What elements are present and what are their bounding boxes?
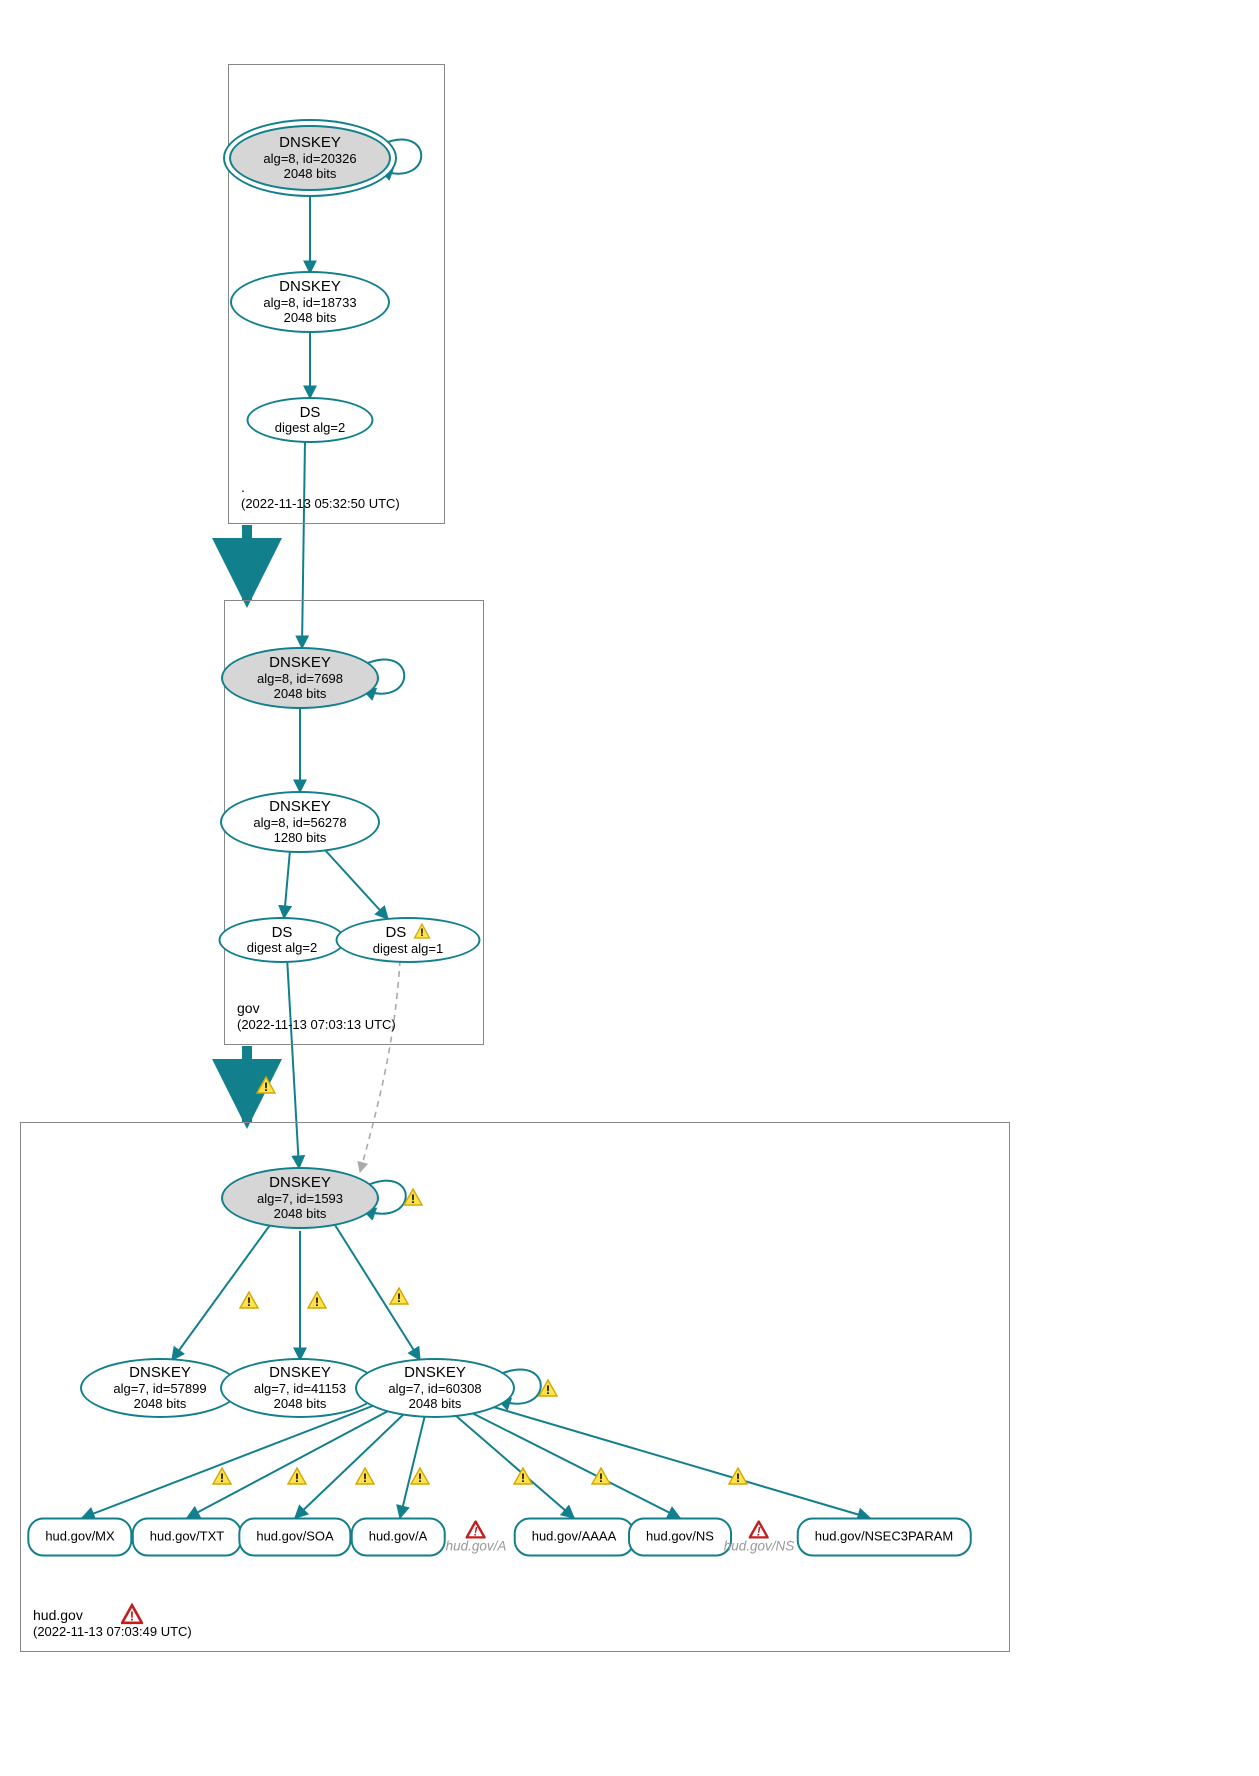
svg-text:!: ! [315,1295,319,1309]
node-gov-ds1: DS ! digest alg=1 [336,917,481,963]
svg-text:!: ! [220,1471,224,1485]
error-icon: ! [466,1521,486,1539]
node-root-ds: DS digest alg=2 [247,397,374,443]
node-gov-zsk: DNSKEY alg=8, id=56278 1280 bits [220,791,380,853]
node-gov-ksk: DNSKEY alg=8, id=7698 2048 bits [221,647,379,709]
svg-text:!: ! [247,1295,251,1309]
svg-text:!: ! [418,1471,422,1485]
svg-text:!: ! [397,1291,401,1305]
error-icon: ! [121,1603,143,1625]
rr-aaaa: hud.gov/AAAA [514,1518,635,1557]
node-hud-k3: DNSKEY alg=7, id=60308 2048 bits [355,1358,515,1418]
svg-text:!: ! [757,1525,761,1539]
warning-icon: ! [256,1075,276,1095]
warning-icon: ! [410,1466,430,1486]
zone-gov-label: gov (2022-11-13 07:03:13 UTC) [237,999,396,1034]
error-icon: ! [749,1521,769,1539]
svg-text:!: ! [599,1471,603,1485]
svg-text:!: ! [130,1609,134,1624]
warning-icon: ! [403,1187,423,1207]
warning-icon: ! [212,1466,232,1486]
node-root-ksk: DNSKEY alg=8, id=20326 2048 bits [229,125,391,191]
rr-nsec: hud.gov/NSEC3PARAM [797,1518,972,1557]
warning-icon: ! [239,1290,259,1310]
node-gov-ds2: DS digest alg=2 [219,917,346,963]
rr-soa: hud.gov/SOA [238,1518,351,1557]
rr-txt: hud.gov/TXT [132,1518,242,1557]
svg-text:!: ! [420,927,424,939]
node-hud-ksk: DNSKEY alg=7, id=1593 2048 bits [221,1167,379,1229]
warning-icon: ! [591,1466,611,1486]
svg-text:!: ! [736,1471,740,1485]
zone-hudgov-label: hud.gov (2022-11-13 07:03:49 UTC) [33,1606,192,1641]
node-root-zsk: DNSKEY alg=8, id=18733 2048 bits [230,271,390,333]
svg-text:!: ! [411,1192,415,1206]
node-hud-k1: DNSKEY alg=7, id=57899 2048 bits [80,1358,240,1418]
svg-text:!: ! [521,1471,525,1485]
svg-text:!: ! [264,1080,268,1094]
svg-text:!: ! [546,1383,550,1397]
warning-icon: ! [538,1378,558,1398]
rr-ns-ghost: ! hud.gov/NS [724,1521,795,1554]
rr-a-ghost: ! hud.gov/A [446,1521,507,1554]
svg-text:!: ! [363,1471,367,1485]
warning-icon: ! [728,1466,748,1486]
warning-icon: ! [287,1466,307,1486]
rr-ns: hud.gov/NS [628,1518,732,1557]
warning-icon: ! [307,1290,327,1310]
rr-mx: hud.gov/MX [27,1518,132,1557]
rr-a: hud.gov/A [351,1518,446,1557]
svg-text:!: ! [295,1471,299,1485]
warning-icon: ! [513,1466,533,1486]
warning-icon: ! [355,1466,375,1486]
warning-icon: ! [389,1286,409,1306]
svg-text:!: ! [474,1525,478,1539]
zone-root-label: . (2022-11-13 05:32:50 UTC) [241,478,400,513]
